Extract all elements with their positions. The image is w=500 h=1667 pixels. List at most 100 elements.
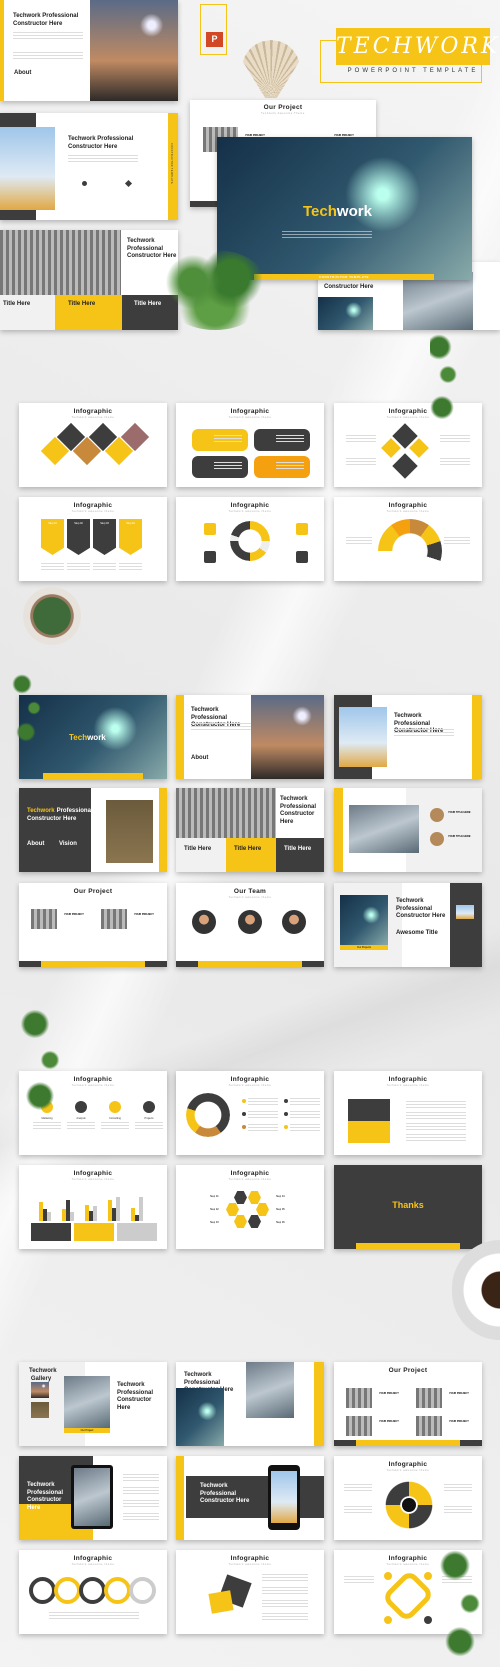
slide-thumbnail-team: Our Team Techwork awesome theme [176,883,324,967]
dark-block [0,210,36,220]
construction-photo [0,230,121,295]
col-title: Title Here [234,846,262,852]
slide-title: Infographic [388,1076,428,1083]
puzzle-piece [348,1121,390,1143]
slide-thumbnail-info: Infographic Techwork awesome theme [176,1550,324,1634]
bar [70,1212,74,1221]
body-text [13,52,83,60]
body-text [123,1513,159,1521]
slide-thumbnail-profiles: YOUR TITLE HERE YOUR TITLE HERE [334,788,482,872]
accent-bar [176,695,184,779]
circle-label: Projects [144,1117,154,1120]
slide-title: Infographic [388,1461,428,1468]
step-label: Step 02 [74,522,83,525]
body-text [344,1576,374,1584]
site-photo [349,805,419,853]
icon-tile [204,551,216,563]
col-title: Vision [59,841,77,847]
slide-title: Infographic [230,408,270,415]
slide-title: Techwork Professional Constructor Here [13,13,79,27]
slide-title: Infographic [73,502,113,509]
body-text [67,1122,95,1130]
body-text [41,563,64,571]
slide-thumbnail-dark-left: Techwork Professional Constructor Here Abo… [19,788,167,872]
slide-subtitle: Techwork Awesome Theme [261,112,305,115]
chain-ring [79,1577,106,1604]
bar [131,1207,135,1221]
ivy-decoration [430,325,460,435]
thanks-title: Thanks [392,1200,424,1210]
bullet [242,1112,246,1116]
slide-title: Techwork Professional Constructor Here [396,898,446,919]
hex-cell [226,1203,239,1216]
col-title: Title Here [68,301,96,307]
slide-title: Techwork Professional Constructor Here [280,796,317,825]
bar [108,1200,112,1221]
bar [139,1197,143,1221]
bar [135,1215,139,1221]
project-label: YOUR PROJECT [449,1420,469,1423]
body-text [191,723,251,731]
sub-title: Awesome Title [396,930,438,936]
workers-photo [0,127,55,210]
slide-thumbnail-gallery: Techwork Gallery Our Project Techwork Prof… [19,1362,167,1446]
bar [116,1197,120,1221]
footer-accent [41,961,145,967]
col-title: Title Here [284,846,312,852]
slide-thumbnail-phone: Techwork Professional Constructor Here [176,1456,324,1540]
body-text [290,1111,320,1119]
col-title: Title Here [184,846,212,852]
body-text [276,435,304,443]
dark-panel [19,788,91,872]
seashell-decoration [242,40,300,98]
slide-thumbnail-info: Infographic Techwork awesome theme [334,1456,482,1540]
slide-title: Our Team [233,888,267,895]
hex-cell [248,1215,261,1228]
project-label: YOUR PROJECT [64,913,84,916]
ivy-decoration [10,668,50,748]
project-photo [31,909,57,929]
body-text [282,231,372,239]
step-label: Step 04 [276,1195,285,1198]
team-avatar [192,910,216,934]
chain-ring [104,1577,131,1604]
project-label: YOUR PROJECT [379,1392,399,1395]
slide-subtitle: Techwork awesome theme [71,1178,115,1181]
profile-label: YOUR TITLE HERE [448,811,471,814]
stat-box [74,1223,114,1241]
project-photo [346,1388,372,1408]
body-text [248,1124,278,1132]
slide-title: Infographic [73,1555,113,1562]
bullet [284,1112,288,1116]
cover-title: Techwork [69,733,106,742]
slide-title: Techwork Professional Constructor Here [200,1483,250,1504]
col-bg: Title Here [0,295,55,330]
slide-thumbnail-thanks: Thanks [334,1165,482,1249]
body-text [444,537,470,545]
slide-thumbnail-project: Our Project YOUR PROJECT YOUR PROJECT YOUR … [334,1362,482,1446]
slide-subtitle: Techwork awesome theme [386,510,430,513]
circle-icon [75,1101,87,1113]
body-text [346,458,376,466]
avatar [430,808,444,822]
side-label: CONSTRUCTOR TEMPLATE [170,143,173,185]
slide-thumbnail-awesome: Our Projects Techwork Professional Constr… [334,883,482,967]
icon-tile [296,523,308,535]
body-text [13,32,83,40]
accent-bar [159,788,167,872]
ring-chart [186,1093,230,1137]
body-text [33,1122,61,1130]
chart-tile [392,453,418,479]
team-avatar [238,910,262,934]
ivy-decoration [20,1000,70,1120]
cycle-arrows [230,521,270,561]
slide-title: Techwork Professional Constructor Here [117,1382,154,1411]
slide-title: Techwork Professional Constructor Here [27,1482,64,1511]
hero-slide-workers: Techwork Professional Constructor Here C… [0,113,178,220]
arc-chart [378,519,442,581]
col-bg [276,838,324,872]
body-text [214,435,242,443]
bar [62,1209,66,1221]
project-label: YOUR PROJECT [134,913,154,916]
bar [112,1207,116,1221]
